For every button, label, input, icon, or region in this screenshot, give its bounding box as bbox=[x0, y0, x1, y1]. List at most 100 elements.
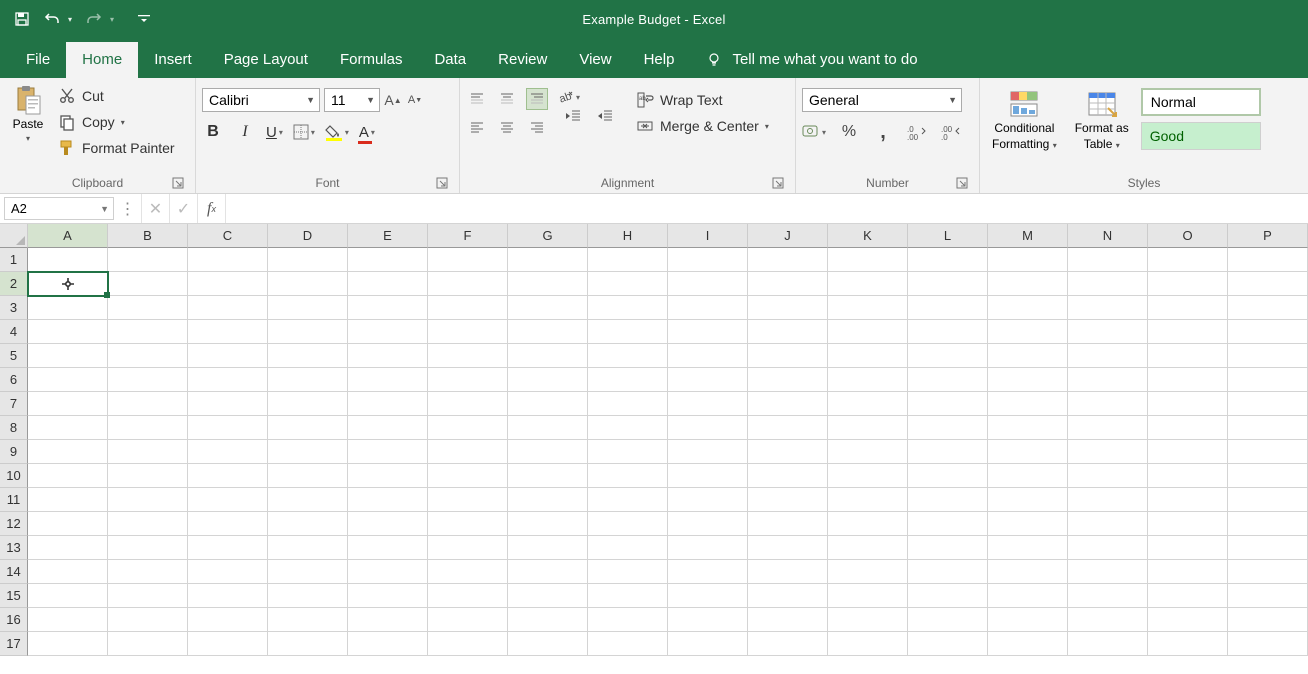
insert-function-icon[interactable]: fx bbox=[198, 194, 226, 223]
cell[interactable] bbox=[828, 512, 908, 536]
cell[interactable] bbox=[428, 608, 508, 632]
cell[interactable] bbox=[1228, 464, 1308, 488]
cell[interactable] bbox=[1148, 560, 1228, 584]
cell[interactable] bbox=[268, 248, 348, 272]
cell[interactable] bbox=[1068, 440, 1148, 464]
cell[interactable] bbox=[908, 536, 988, 560]
cell[interactable] bbox=[988, 296, 1068, 320]
cell[interactable] bbox=[348, 488, 428, 512]
column-header[interactable]: A bbox=[28, 224, 108, 248]
cell[interactable] bbox=[828, 440, 908, 464]
tab-formulas[interactable]: Formulas bbox=[324, 42, 419, 78]
cell[interactable] bbox=[1148, 248, 1228, 272]
row-header[interactable]: 14 bbox=[0, 560, 28, 584]
cell[interactable] bbox=[188, 464, 268, 488]
cell[interactable] bbox=[508, 272, 588, 296]
column-header[interactable]: I bbox=[668, 224, 748, 248]
row-header[interactable]: 15 bbox=[0, 584, 28, 608]
alignment-launcher-icon[interactable] bbox=[771, 177, 785, 191]
cell[interactable] bbox=[188, 560, 268, 584]
cell[interactable] bbox=[988, 440, 1068, 464]
cell[interactable] bbox=[1068, 416, 1148, 440]
cell[interactable] bbox=[828, 296, 908, 320]
number-launcher-icon[interactable] bbox=[955, 177, 969, 191]
column-header[interactable]: N bbox=[1068, 224, 1148, 248]
align-top-left[interactable] bbox=[466, 88, 488, 110]
cell[interactable] bbox=[908, 272, 988, 296]
cell[interactable] bbox=[588, 488, 668, 512]
cell[interactable] bbox=[1148, 440, 1228, 464]
cell[interactable] bbox=[908, 440, 988, 464]
cell[interactable] bbox=[1148, 368, 1228, 392]
qat-customize-icon[interactable] bbox=[136, 11, 152, 27]
cell[interactable] bbox=[908, 416, 988, 440]
cell[interactable] bbox=[508, 584, 588, 608]
cell[interactable] bbox=[1148, 416, 1228, 440]
cell[interactable] bbox=[428, 368, 508, 392]
cell[interactable] bbox=[188, 416, 268, 440]
cell[interactable] bbox=[268, 440, 348, 464]
cell[interactable] bbox=[348, 464, 428, 488]
cell[interactable] bbox=[348, 536, 428, 560]
cell[interactable] bbox=[268, 584, 348, 608]
cell[interactable] bbox=[268, 368, 348, 392]
cell[interactable] bbox=[908, 488, 988, 512]
cell[interactable] bbox=[668, 416, 748, 440]
cell[interactable] bbox=[588, 464, 668, 488]
cell[interactable] bbox=[1228, 536, 1308, 560]
cell[interactable] bbox=[1228, 440, 1308, 464]
column-header[interactable]: H bbox=[588, 224, 668, 248]
cell[interactable] bbox=[428, 344, 508, 368]
cell[interactable] bbox=[908, 608, 988, 632]
cell[interactable] bbox=[268, 560, 348, 584]
cell[interactable] bbox=[428, 536, 508, 560]
cut-button[interactable]: Cut bbox=[54, 86, 179, 106]
tab-insert[interactable]: Insert bbox=[138, 42, 208, 78]
cell[interactable] bbox=[748, 632, 828, 656]
cell[interactable] bbox=[508, 416, 588, 440]
cell[interactable] bbox=[1148, 536, 1228, 560]
cell[interactable] bbox=[1228, 368, 1308, 392]
tab-data[interactable]: Data bbox=[418, 42, 482, 78]
cell[interactable] bbox=[348, 512, 428, 536]
cell[interactable] bbox=[668, 368, 748, 392]
cell[interactable] bbox=[908, 560, 988, 584]
align-right[interactable] bbox=[526, 116, 548, 138]
cell[interactable] bbox=[588, 584, 668, 608]
align-center[interactable] bbox=[496, 116, 518, 138]
cell[interactable] bbox=[828, 464, 908, 488]
cell[interactable] bbox=[428, 440, 508, 464]
cell[interactable] bbox=[268, 488, 348, 512]
cell[interactable] bbox=[428, 464, 508, 488]
cell[interactable] bbox=[28, 632, 108, 656]
cell-style-good[interactable]: Good bbox=[1141, 122, 1261, 150]
cell[interactable] bbox=[1148, 464, 1228, 488]
cell[interactable] bbox=[28, 560, 108, 584]
align-top-right[interactable] bbox=[526, 88, 548, 110]
cell[interactable] bbox=[588, 608, 668, 632]
cell[interactable] bbox=[1068, 584, 1148, 608]
cell[interactable] bbox=[1228, 512, 1308, 536]
cell[interactable] bbox=[1228, 320, 1308, 344]
cell[interactable] bbox=[828, 632, 908, 656]
cell[interactable] bbox=[188, 296, 268, 320]
cell[interactable] bbox=[28, 272, 108, 296]
cell[interactable] bbox=[908, 320, 988, 344]
cell[interactable] bbox=[428, 248, 508, 272]
cell[interactable] bbox=[348, 320, 428, 344]
cell[interactable] bbox=[1148, 488, 1228, 512]
italic-button[interactable]: I bbox=[234, 122, 256, 142]
conditional-formatting-button[interactable]: Conditional Formatting ▾ bbox=[986, 86, 1063, 154]
cell[interactable] bbox=[1148, 584, 1228, 608]
cell[interactable] bbox=[28, 512, 108, 536]
cell[interactable] bbox=[188, 392, 268, 416]
column-header[interactable]: G bbox=[508, 224, 588, 248]
cell[interactable] bbox=[1228, 272, 1308, 296]
enter-icon[interactable]: ✓ bbox=[170, 194, 198, 223]
clipboard-launcher-icon[interactable] bbox=[171, 177, 185, 191]
cell[interactable] bbox=[108, 416, 188, 440]
cell[interactable] bbox=[268, 608, 348, 632]
cell[interactable] bbox=[748, 416, 828, 440]
cell[interactable] bbox=[748, 560, 828, 584]
decrease-indent-button[interactable] bbox=[562, 106, 584, 126]
